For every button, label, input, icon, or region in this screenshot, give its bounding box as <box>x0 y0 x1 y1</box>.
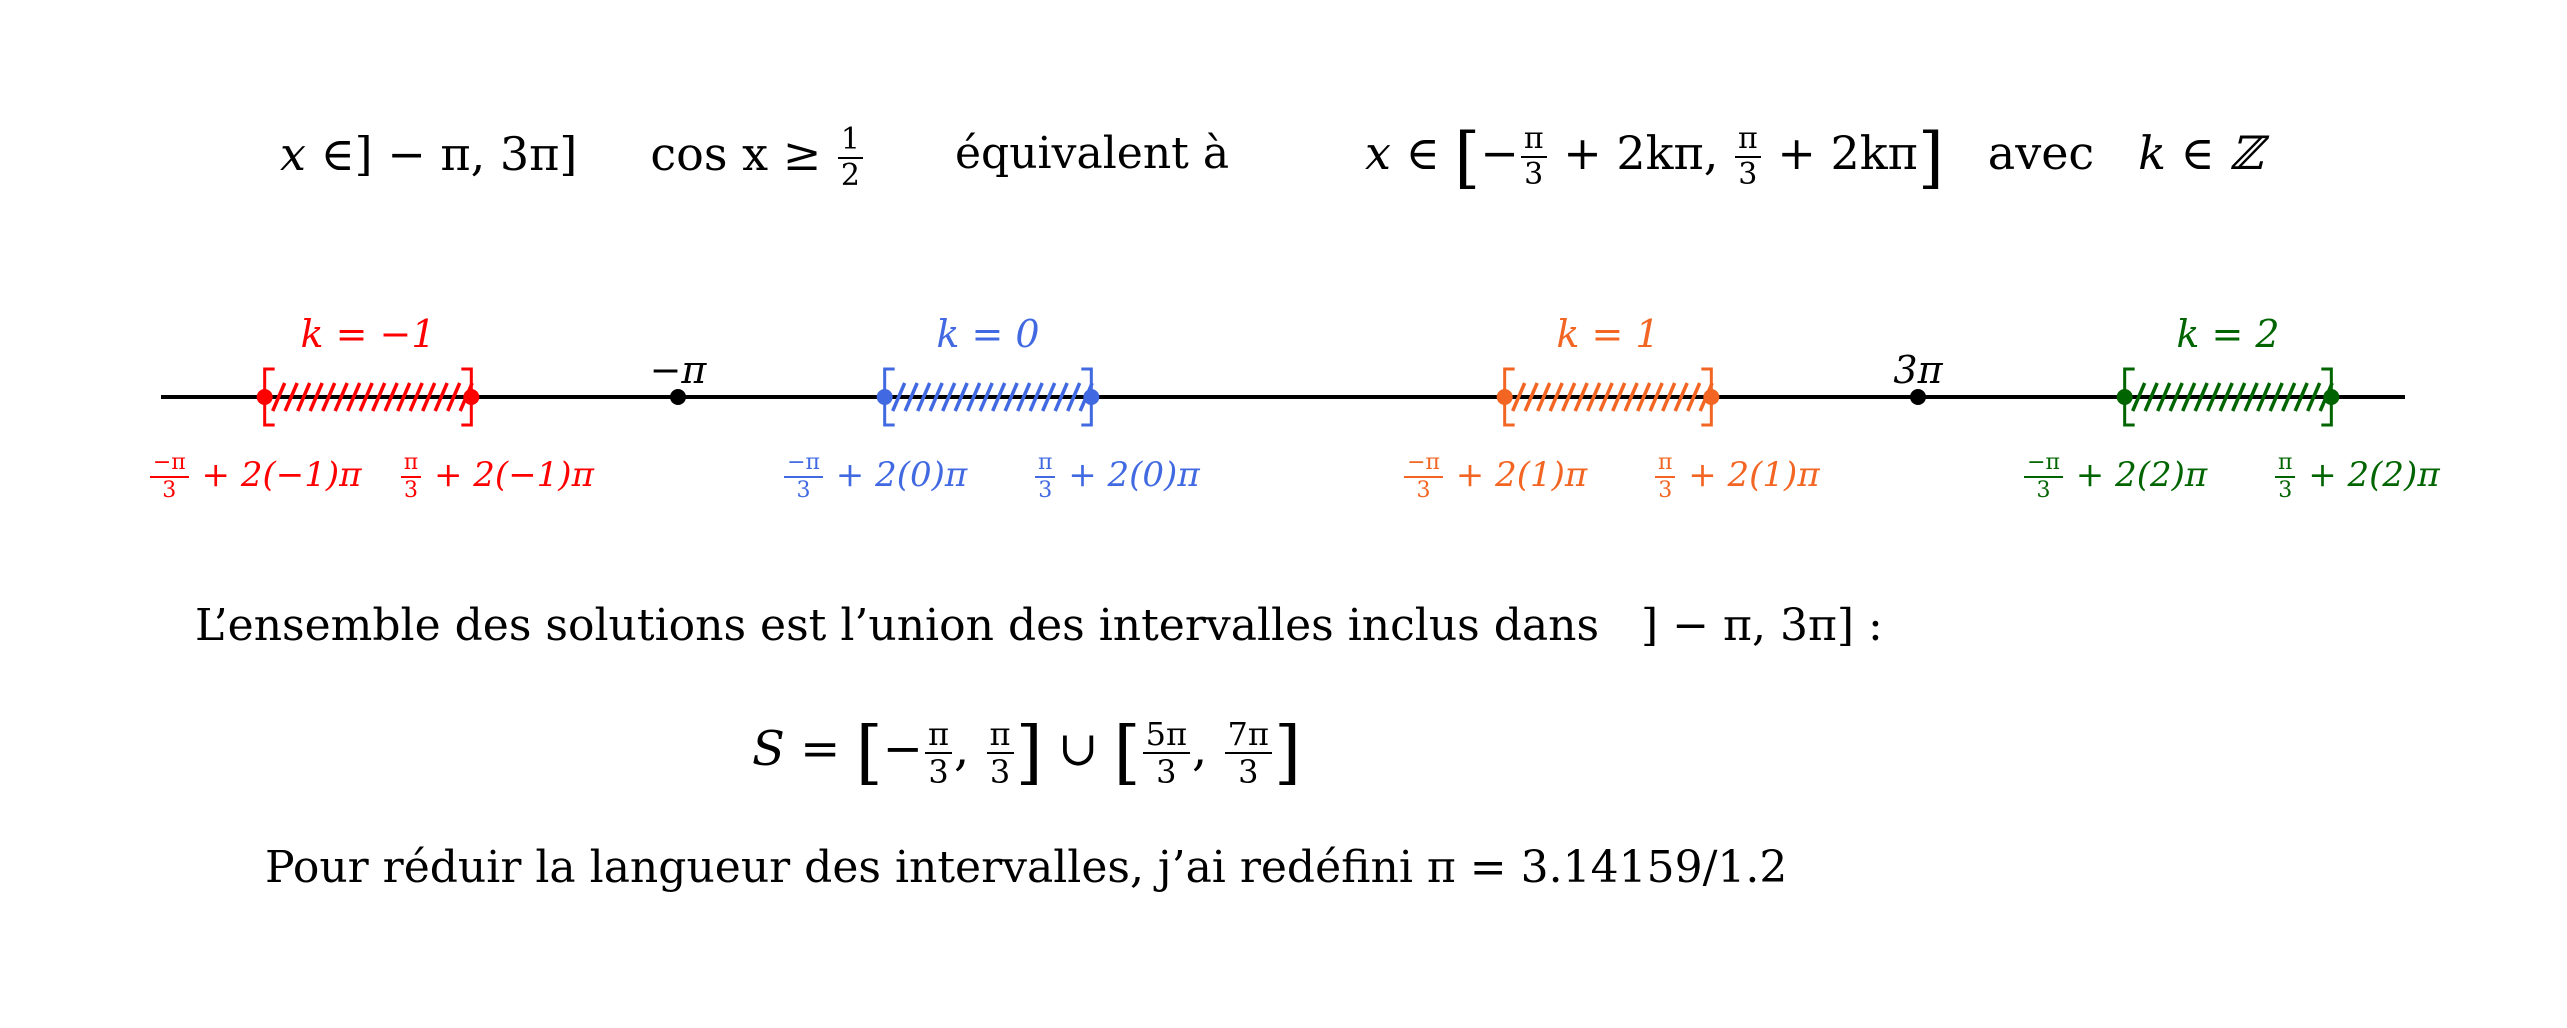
fraction-numerator: π <box>986 718 1014 754</box>
interval1-left: π3 <box>925 718 953 791</box>
solution-set: S = [− π 3, π 3] ∪ [5π 3, 7π 3] <box>752 712 1302 793</box>
right-endpoint-label: π3 + 2(0)π <box>1033 452 1200 502</box>
fraction-denominator: 3 <box>989 752 1011 791</box>
fraction-numerator: π <box>400 452 422 478</box>
k-label-text: k = 2 <box>2176 312 2280 356</box>
left-endpoint-label: −π 3 + 2(1)π <box>1402 452 1587 502</box>
left-endpoint-dot-k-1 <box>256 389 273 405</box>
fraction-denominator: 3 <box>1416 478 1431 503</box>
left-endpoint-label: −π 3 + 2(−1)π <box>148 452 362 503</box>
interval2-close: ] <box>1273 712 1302 793</box>
solution-lhs: S = <box>752 721 841 777</box>
interval1-open: [ <box>855 712 883 793</box>
right-endpoint-label: π3 + 2(−1)π <box>399 452 594 502</box>
fraction-denominator: 3 <box>1238 752 1259 791</box>
fraction-numerator: π <box>2274 452 2296 478</box>
fraction-numerator: π <box>1654 452 1676 478</box>
fraction-numerator: −π <box>2024 452 2063 478</box>
endpoint-rest: + 2(2)π <box>2297 455 2440 495</box>
interval2-open: [ <box>1113 712 1141 793</box>
interval2-left: 5π 3 <box>1142 718 1191 791</box>
right-endpoint-dot-k-1 <box>463 389 480 405</box>
sentence-text: L’ensemble des solutions est l’union des… <box>195 600 1600 651</box>
endpoint-rest: + 2(−1)π <box>190 455 362 495</box>
endpoint-fraction: −π 3 <box>149 452 189 503</box>
endpoint-rest: + 2(1)π <box>1445 455 1588 495</box>
left-endpoint-dot-k2 <box>2116 389 2133 405</box>
left-endpoint-dot-k0 <box>876 389 893 405</box>
fraction-denominator: 3 <box>796 478 811 503</box>
k-label: k = 0 <box>936 312 1039 356</box>
endpoint-rest: + 2(0)π <box>825 455 968 495</box>
fraction-numerator: −π <box>784 452 823 478</box>
endpoint-fraction: −π 3 <box>784 452 823 502</box>
endpoint-rest: + 2(1)π <box>1677 455 1820 495</box>
fraction-numerator: π <box>925 718 953 754</box>
fraction-denominator: 3 <box>2036 478 2051 503</box>
endpoint-fraction: π3 <box>1034 452 1056 503</box>
left-endpoint-dot-k1 <box>1496 389 1513 405</box>
endpoint-rest: + 2(2)π <box>2065 455 2208 495</box>
left-endpoint-label: −π 3 + 2(0)π <box>782 452 967 502</box>
endpoint-fraction: −π 3 <box>1404 452 1443 502</box>
right-endpoint-dot-k0 <box>1083 389 1100 405</box>
fraction-denominator: 3 <box>1658 478 1673 503</box>
fraction-denominator: 3 <box>1156 752 1177 791</box>
k-label-text: k = 0 <box>936 312 1040 356</box>
endpoint-rest: + 2(−1)π <box>423 455 594 495</box>
note-text: Pour réduir la langueur des intervalles,… <box>265 842 1788 893</box>
sentence-interval: ] − π, 3π] : <box>1641 600 1883 651</box>
number-line-diagram <box>161 367 2405 427</box>
right-endpoint-label: π3 + 2(1)π <box>1653 452 1820 502</box>
interval1-close: ] <box>1015 712 1043 793</box>
endpoint-rest: + 2(0)π <box>1057 455 1200 495</box>
endpoint-fraction: −π 3 <box>2024 452 2063 502</box>
k-label: k = 2 <box>2176 312 2279 356</box>
endpoint-fraction: π3 <box>400 452 422 503</box>
endpoint-fraction: π3 <box>1654 452 1676 503</box>
k-label: k = 1 <box>1556 312 1659 356</box>
right-endpoint-label: π3 + 2(2)π <box>2273 452 2440 502</box>
reference-point-text: −π <box>649 348 707 392</box>
reference-point-text: 3π <box>1893 348 1943 392</box>
fraction-numerator: π <box>1034 452 1056 478</box>
fraction-denominator: 3 <box>2278 478 2293 503</box>
k-label-text: k = 1 <box>1556 312 1660 356</box>
endpoint-fraction: π3 <box>2274 452 2296 503</box>
k-label-text: k = −1 <box>300 312 436 356</box>
interval2-right: 7π 3 <box>1224 718 1272 791</box>
conclusion-sentence: L’ensemble des solutions est l’union des… <box>195 600 1883 651</box>
fraction-denominator: 3 <box>928 752 949 791</box>
minus-sign: − <box>882 721 923 777</box>
reference-point-label: 3π <box>1893 348 1942 392</box>
interval1-right: π3 <box>986 718 1014 791</box>
right-endpoint-dot-k2 <box>2323 389 2340 405</box>
fraction-numerator: 7π <box>1224 718 1272 754</box>
fraction-numerator: 5π <box>1142 718 1191 754</box>
fraction-denominator: 3 <box>403 478 418 503</box>
union-symbol: ∪ <box>1058 721 1099 777</box>
fraction-numerator: −π <box>149 452 189 478</box>
fraction-denominator: 3 <box>162 478 177 503</box>
right-endpoint-dot-k1 <box>1703 389 1720 405</box>
k-label: k = −1 <box>300 312 435 356</box>
fraction-denominator: 3 <box>1038 478 1053 503</box>
reference-point-label: −π <box>650 348 707 392</box>
fraction-numerator: −π <box>1404 452 1443 478</box>
left-endpoint-label: −π 3 + 2(2)π <box>2022 452 2207 502</box>
